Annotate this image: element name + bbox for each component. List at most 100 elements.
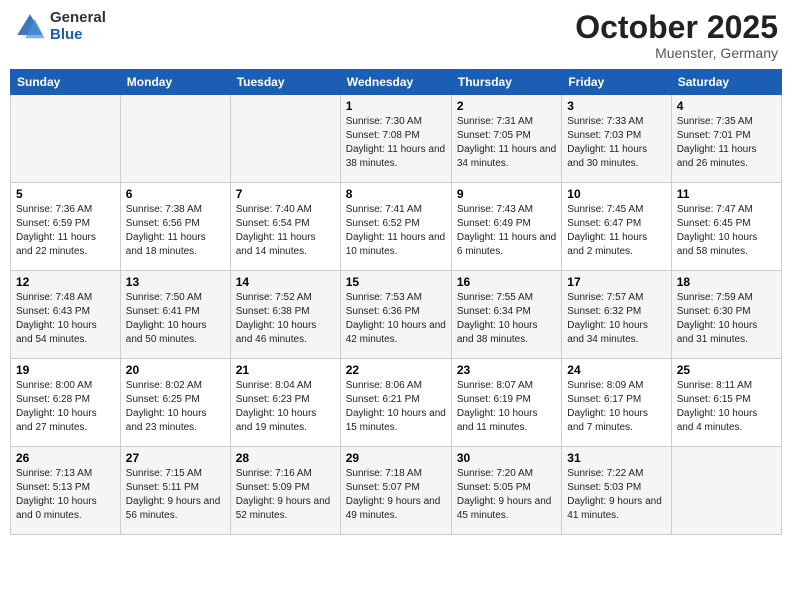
day-info: Sunrise: 7:31 AM Sunset: 7:05 PM Dayligh… (457, 115, 556, 171)
day-info: Sunrise: 7:15 AM Sunset: 5:11 PM Dayligh… (126, 467, 225, 523)
day-number: 27 (126, 451, 225, 465)
day-info: Sunrise: 7:36 AM Sunset: 6:59 PM Dayligh… (16, 203, 115, 259)
calendar-cell: 18Sunrise: 7:59 AM Sunset: 6:30 PM Dayli… (671, 271, 781, 359)
day-number: 11 (677, 187, 776, 201)
day-number: 2 (457, 99, 556, 113)
calendar-week-row: 5 Sunrise: 7:36 AM Sunset: 6:59 PM Daylig… (11, 183, 782, 271)
day-info: Sunrise: 7:40 AM Sunset: 6:54 PM Dayligh… (236, 203, 335, 259)
calendar-cell: 30Sunrise: 7:20 AM Sunset: 5:05 PM Dayli… (451, 447, 561, 535)
day-info: Sunrise: 7:43 AM Sunset: 6:49 PM Dayligh… (457, 203, 556, 259)
calendar-cell: 20 Sunrise: 8:02 AM Sunset: 6:25 PM Dayli… (120, 359, 230, 447)
day-number: 7 (236, 187, 335, 201)
day-info: Sunrise: 8:04 AM Sunset: 6:23 PM Dayligh… (236, 379, 335, 435)
calendar-cell (11, 95, 121, 183)
day-info: Sunrise: 8:00 AM Sunset: 6:28 PM Dayligh… (16, 379, 115, 435)
day-info: Sunrise: 7:18 AM Sunset: 5:07 PM Dayligh… (346, 467, 446, 523)
day-info: Sunrise: 7:52 AM Sunset: 6:38 PM Dayligh… (236, 291, 335, 347)
weekday-header: Wednesday (340, 70, 451, 95)
day-info: Sunrise: 7:57 AM Sunset: 6:32 PM Dayligh… (567, 291, 665, 347)
day-number: 23 (457, 363, 556, 377)
day-number: 30 (457, 451, 556, 465)
calendar-cell: 13Sunrise: 7:50 AM Sunset: 6:41 PM Dayli… (120, 271, 230, 359)
logo-general: General (50, 10, 106, 27)
day-number: 4 (677, 99, 776, 113)
day-number: 31 (567, 451, 665, 465)
calendar-cell: 4 Sunrise: 7:35 AM Sunset: 7:01 PM Daylig… (671, 95, 781, 183)
location: Muenster, Germany (575, 45, 778, 61)
day-number: 15 (346, 275, 446, 289)
calendar-week-row: 12 Sunrise: 7:48 AM Sunset: 6:43 PM Dayli… (11, 271, 782, 359)
weekday-header: Friday (562, 70, 671, 95)
day-info: Sunrise: 8:07 AM Sunset: 6:19 PM Dayligh… (457, 379, 556, 435)
day-info: Sunrise: 7:13 AM Sunset: 5:13 PM Dayligh… (16, 467, 115, 523)
day-info: Sunrise: 7:48 AM Sunset: 6:43 PM Dayligh… (16, 291, 115, 347)
day-number: 24 (567, 363, 665, 377)
logo-text: General Blue (50, 10, 106, 43)
calendar-cell: 11 Sunrise: 7:47 AM Sunset: 6:45 PM Dayli… (671, 183, 781, 271)
day-info: Sunrise: 8:06 AM Sunset: 6:21 PM Dayligh… (346, 379, 446, 435)
calendar-cell: 29 Sunrise: 7:18 AM Sunset: 5:07 PM Dayli… (340, 447, 451, 535)
title-block: October 2025 Muenster, Germany (575, 10, 778, 61)
day-number: 3 (567, 99, 665, 113)
day-number: 28 (236, 451, 335, 465)
logo-blue: Blue (50, 27, 106, 44)
calendar-cell (671, 447, 781, 535)
calendar-cell: 16 Sunrise: 7:55 AM Sunset: 6:34 PM Dayli… (451, 271, 561, 359)
calendar-cell: 2 Sunrise: 7:31 AM Sunset: 7:05 PM Daylig… (451, 95, 561, 183)
day-number: 12 (16, 275, 115, 289)
day-number: 20 (126, 363, 225, 377)
logo-icon (14, 11, 46, 43)
calendar-cell: 19Sunrise: 8:00 AM Sunset: 6:28 PM Dayli… (11, 359, 121, 447)
calendar-cell: 1 Sunrise: 7:30 AM Sunset: 7:08 PM Daylig… (340, 95, 451, 183)
day-info: Sunrise: 8:11 AM Sunset: 6:15 PM Dayligh… (677, 379, 776, 435)
day-info: Sunrise: 7:53 AM Sunset: 6:36 PM Dayligh… (346, 291, 446, 347)
calendar-cell: 10 Sunrise: 7:45 AM Sunset: 6:47 PM Dayli… (562, 183, 671, 271)
day-number: 25 (677, 363, 776, 377)
day-info: Sunrise: 7:38 AM Sunset: 6:56 PM Dayligh… (126, 203, 225, 259)
day-number: 16 (457, 275, 556, 289)
day-number: 29 (346, 451, 446, 465)
calendar-cell: 31Sunrise: 7:22 AM Sunset: 5:03 PM Dayli… (562, 447, 671, 535)
weekday-header: Saturday (671, 70, 781, 95)
weekday-header: Monday (120, 70, 230, 95)
calendar-cell: 14 Sunrise: 7:52 AM Sunset: 6:38 PM Dayli… (230, 271, 340, 359)
calendar-cell: 27 Sunrise: 7:15 AM Sunset: 5:11 PM Dayli… (120, 447, 230, 535)
day-info: Sunrise: 8:09 AM Sunset: 6:17 PM Dayligh… (567, 379, 665, 435)
day-info: Sunrise: 7:45 AM Sunset: 6:47 PM Dayligh… (567, 203, 665, 259)
weekday-header: Sunday (11, 70, 121, 95)
calendar-cell: 3Sunrise: 7:33 AM Sunset: 7:03 PM Daylig… (562, 95, 671, 183)
day-number: 22 (346, 363, 446, 377)
day-info: Sunrise: 7:55 AM Sunset: 6:34 PM Dayligh… (457, 291, 556, 347)
calendar-cell: 28Sunrise: 7:16 AM Sunset: 5:09 PM Dayli… (230, 447, 340, 535)
day-number: 26 (16, 451, 115, 465)
weekday-header: Thursday (451, 70, 561, 95)
calendar-cell: 7 Sunrise: 7:40 AM Sunset: 6:54 PM Daylig… (230, 183, 340, 271)
calendar-cell: 15 Sunrise: 7:53 AM Sunset: 6:36 PM Dayli… (340, 271, 451, 359)
calendar-cell: 8 Sunrise: 7:41 AM Sunset: 6:52 PM Daylig… (340, 183, 451, 271)
day-number: 8 (346, 187, 446, 201)
calendar-cell: 17Sunrise: 7:57 AM Sunset: 6:32 PM Dayli… (562, 271, 671, 359)
calendar-cell: 22 Sunrise: 8:06 AM Sunset: 6:21 PM Dayli… (340, 359, 451, 447)
day-info: Sunrise: 7:41 AM Sunset: 6:52 PM Dayligh… (346, 203, 446, 259)
day-info: Sunrise: 8:02 AM Sunset: 6:25 PM Dayligh… (126, 379, 225, 435)
calendar-cell: 12 Sunrise: 7:48 AM Sunset: 6:43 PM Dayli… (11, 271, 121, 359)
day-number: 1 (346, 99, 446, 113)
calendar-week-row: 19Sunrise: 8:00 AM Sunset: 6:28 PM Dayli… (11, 359, 782, 447)
page-header: General Blue October 2025 Muenster, Germ… (10, 10, 782, 61)
calendar-cell: 25 Sunrise: 8:11 AM Sunset: 6:15 PM Dayli… (671, 359, 781, 447)
day-number: 5 (16, 187, 115, 201)
day-number: 14 (236, 275, 335, 289)
calendar-cell: 9Sunrise: 7:43 AM Sunset: 6:49 PM Daylig… (451, 183, 561, 271)
calendar-cell (230, 95, 340, 183)
calendar-cell: 23 Sunrise: 8:07 AM Sunset: 6:19 PM Dayli… (451, 359, 561, 447)
calendar-cell: 6Sunrise: 7:38 AM Sunset: 6:56 PM Daylig… (120, 183, 230, 271)
logo: General Blue (14, 10, 106, 43)
day-info: Sunrise: 7:35 AM Sunset: 7:01 PM Dayligh… (677, 115, 776, 171)
day-number: 13 (126, 275, 225, 289)
calendar-cell (120, 95, 230, 183)
calendar-cell: 21Sunrise: 8:04 AM Sunset: 6:23 PM Dayli… (230, 359, 340, 447)
calendar-cell: 5 Sunrise: 7:36 AM Sunset: 6:59 PM Daylig… (11, 183, 121, 271)
day-number: 10 (567, 187, 665, 201)
day-info: Sunrise: 7:30 AM Sunset: 7:08 PM Dayligh… (346, 115, 446, 171)
day-info: Sunrise: 7:47 AM Sunset: 6:45 PM Dayligh… (677, 203, 776, 259)
